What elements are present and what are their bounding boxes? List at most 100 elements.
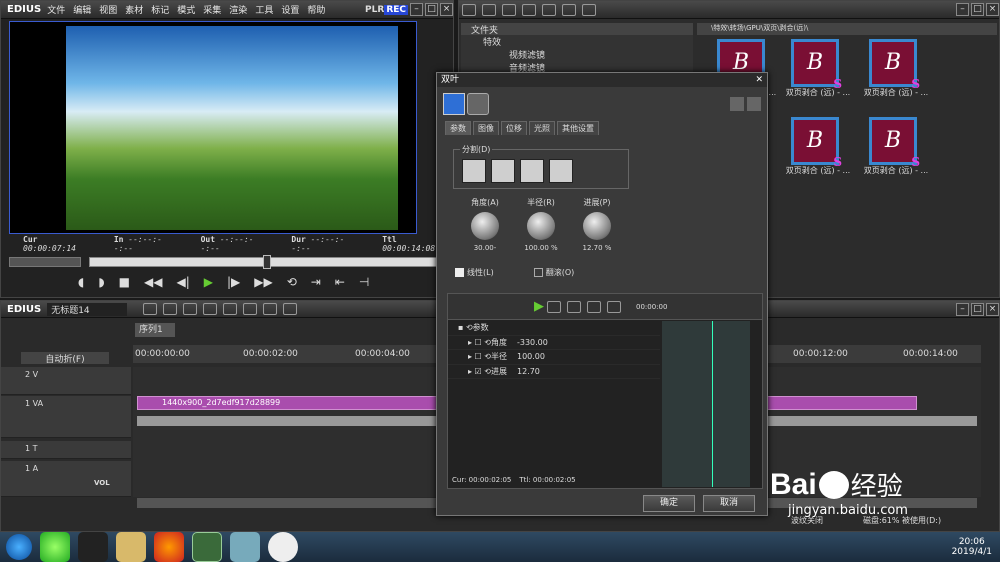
- tree-item-video-filters[interactable]: 视频滤镜: [461, 48, 693, 61]
- sequence-tab[interactable]: 序列1: [135, 323, 175, 337]
- track-1t[interactable]: 1 T: [1, 441, 131, 459]
- close-icon[interactable]: ×: [440, 3, 453, 16]
- kf-graph-icon[interactable]: [607, 300, 621, 313]
- kf-next-icon[interactable]: [587, 300, 601, 313]
- close-icon[interactable]: ×: [986, 302, 999, 316]
- ok-button[interactable]: 确定: [643, 495, 695, 512]
- tree-item-effects[interactable]: 特效: [461, 35, 693, 48]
- thumb-item[interactable]: BS双页剥合 (远) - ...: [864, 117, 941, 176]
- cut-icon[interactable]: [522, 3, 536, 16]
- lock-icon[interactable]: [582, 3, 596, 16]
- settings-tool-icon[interactable]: [443, 93, 465, 115]
- minimize-icon[interactable]: –: [410, 3, 423, 16]
- stop-icon[interactable]: ■: [119, 275, 130, 289]
- save-icon[interactable]: [183, 303, 198, 315]
- keyframe-graph[interactable]: [662, 321, 750, 487]
- split-option-3-icon[interactable]: [520, 159, 544, 183]
- open-icon[interactable]: [163, 303, 178, 315]
- new-icon[interactable]: [143, 303, 158, 315]
- cancel-button[interactable]: 取消: [703, 495, 755, 512]
- menu-help[interactable]: 帮助: [307, 3, 325, 16]
- plr-label[interactable]: PLR: [365, 5, 384, 15]
- split-option-4-icon[interactable]: [549, 159, 573, 183]
- flip-checkbox[interactable]: [533, 268, 543, 277]
- up-icon[interactable]: [482, 3, 496, 16]
- menu-file[interactable]: 文件: [47, 3, 65, 16]
- copy-icon[interactable]: [263, 303, 278, 315]
- cut-icon[interactable]: [243, 303, 258, 315]
- menu-render[interactable]: 渲染: [229, 3, 247, 16]
- linear-checkbox[interactable]: [455, 268, 464, 277]
- tab-other[interactable]: 其他设置: [557, 121, 599, 135]
- split-option-2-icon[interactable]: [491, 159, 515, 183]
- step-forward-icon[interactable]: |▶: [227, 275, 240, 289]
- list-view-icon[interactable]: [562, 3, 576, 16]
- split-option-1-icon[interactable]: [462, 159, 486, 183]
- param-row[interactable]: ▸ ☐ ⟲ 角度 -330.00: [448, 336, 660, 350]
- kf-monitor-icon[interactable]: [547, 300, 561, 313]
- tab-image[interactable]: 图像: [473, 121, 499, 135]
- menu-marker[interactable]: 标记: [151, 3, 169, 16]
- qq-icon[interactable]: [78, 532, 108, 562]
- thumb-item[interactable]: BS双页剥合 (远) - ...: [864, 39, 941, 98]
- delete-icon[interactable]: [542, 3, 556, 16]
- copy-icon[interactable]: [502, 3, 516, 16]
- shuttle-slider[interactable]: [9, 257, 81, 267]
- close-icon[interactable]: ✕: [755, 73, 763, 87]
- clock[interactable]: 20:06 2019/4/1: [952, 537, 992, 557]
- kf-play-icon[interactable]: ▶: [534, 299, 544, 314]
- angle-knob[interactable]: [471, 212, 499, 240]
- menu-tools[interactable]: 工具: [255, 3, 273, 16]
- rewind-icon[interactable]: ◀◀: [144, 275, 162, 289]
- loop-icon[interactable]: ⟲: [287, 275, 297, 289]
- menu-view[interactable]: 视图: [99, 3, 117, 16]
- folder-icon[interactable]: [462, 3, 476, 16]
- kf-prev-icon[interactable]: [567, 300, 581, 313]
- minimize-icon[interactable]: –: [956, 302, 969, 316]
- play-icon[interactable]: ▶: [204, 275, 213, 289]
- clock-icon[interactable]: [467, 93, 489, 115]
- track-1a[interactable]: 1 A: [1, 461, 131, 497]
- rec-label[interactable]: REC: [384, 4, 408, 15]
- redo-icon[interactable]: [223, 303, 238, 315]
- file-explorer-icon[interactable]: [116, 532, 146, 562]
- menu-capture[interactable]: 采集: [203, 3, 221, 16]
- fast-forward-icon[interactable]: ▶▶: [254, 275, 272, 289]
- app-icon[interactable]: [230, 532, 260, 562]
- start-button-icon[interactable]: [6, 534, 32, 560]
- minimize-icon[interactable]: –: [956, 3, 969, 16]
- set-out-icon[interactable]: ◗: [98, 275, 104, 289]
- menu-edit[interactable]: 编辑: [73, 3, 91, 16]
- tab-parameters[interactable]: 参数: [445, 121, 471, 135]
- recorder-icon[interactable]: [268, 532, 298, 562]
- undo-icon[interactable]: [203, 303, 218, 315]
- maximize-icon[interactable]: □: [425, 3, 438, 16]
- edius-icon[interactable]: [192, 532, 222, 562]
- redo-icon[interactable]: [747, 97, 761, 111]
- param-row[interactable]: ▸ ☑ ⟲ 进展 12.70: [448, 365, 660, 379]
- tab-lighting[interactable]: 光照: [529, 121, 555, 135]
- track-2v[interactable]: 2 V: [1, 367, 131, 395]
- position-scrubber[interactable]: [89, 255, 445, 269]
- undo-icon[interactable]: [730, 97, 744, 111]
- track-1va[interactable]: 1 VA: [1, 396, 131, 438]
- paste-icon[interactable]: [283, 303, 298, 315]
- overwrite-icon[interactable]: ⇤: [335, 275, 345, 289]
- menu-settings[interactable]: 设置: [281, 3, 299, 16]
- step-back-icon[interactable]: ◀|: [176, 275, 189, 289]
- mode-select[interactable]: 自动折(F): [21, 352, 109, 365]
- menu-clip[interactable]: 素材: [125, 3, 143, 16]
- trim-icon[interactable]: ⊣: [359, 275, 369, 289]
- progress-knob[interactable]: [583, 212, 611, 240]
- maximize-icon[interactable]: □: [971, 3, 984, 16]
- firefox-icon[interactable]: [154, 532, 184, 562]
- menu-mode[interactable]: 模式: [177, 3, 195, 16]
- insert-icon[interactable]: ⇥: [311, 275, 321, 289]
- tab-position[interactable]: 位移: [501, 121, 527, 135]
- param-row[interactable]: ▪ ⟲ 参数: [448, 321, 660, 336]
- close-icon[interactable]: ×: [986, 3, 999, 16]
- 360-browser-icon[interactable]: [40, 532, 70, 562]
- radius-knob[interactable]: [527, 212, 555, 240]
- param-row[interactable]: ▸ ☐ ⟲ 半径 100.00: [448, 350, 660, 365]
- maximize-icon[interactable]: □: [971, 302, 984, 316]
